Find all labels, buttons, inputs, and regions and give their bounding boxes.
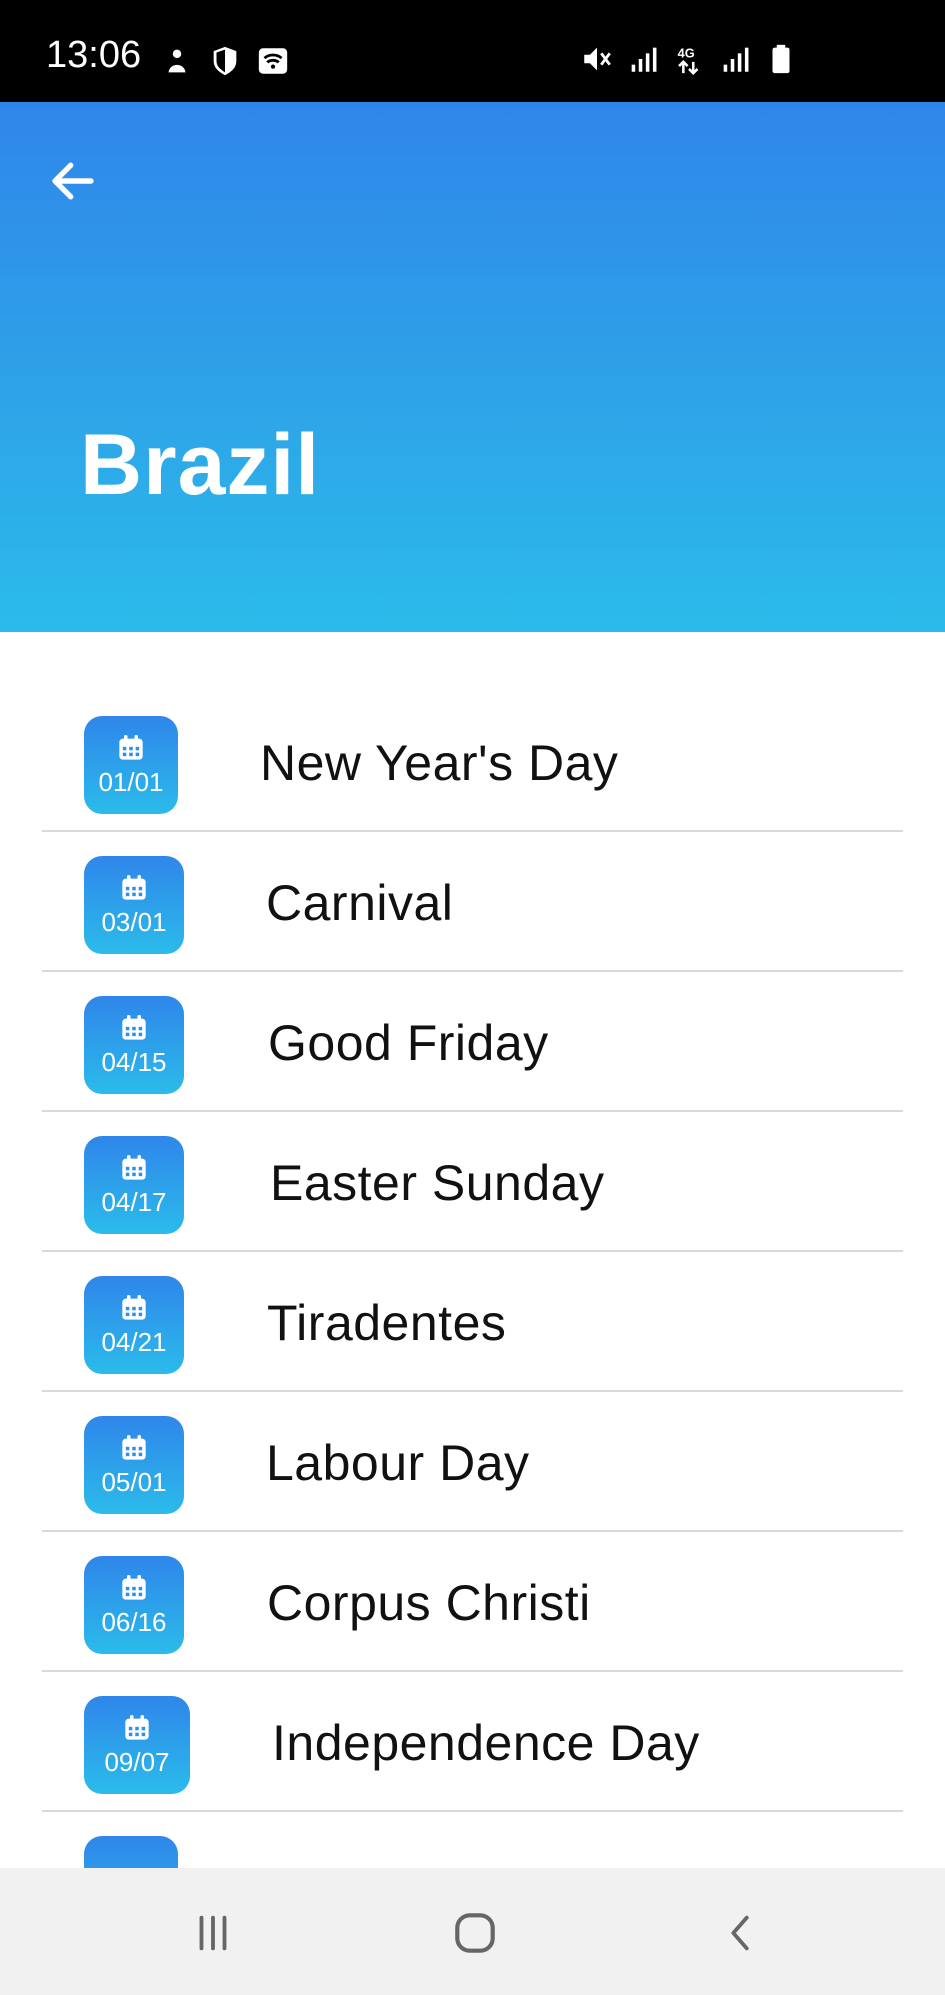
holiday-list: 01/01 New Year's Day 03/01 Carnival 04/1… [0, 632, 945, 1868]
list-item[interactable]: 04/15 Good Friday [42, 972, 903, 1112]
status-time: 13:06 [46, 34, 142, 76]
list-item[interactable]: 03/01 Carnival [42, 832, 903, 972]
date-badge: 04/21 [84, 1276, 184, 1374]
signal-icon [723, 47, 749, 72]
status-right-icons: 4G [580, 42, 798, 76]
navigation-bar [0, 1868, 945, 1995]
calendar-icon [122, 1435, 146, 1460]
calendar-icon [122, 1155, 146, 1180]
calendar-icon [125, 1715, 149, 1740]
holiday-name: Easter Sunday [270, 1155, 605, 1211]
list-item[interactable]: 09/07 Independence Day [42, 1672, 903, 1812]
date-badge: 09/07 [84, 1696, 190, 1794]
list-item[interactable]: 01/01 New Year's Day [42, 692, 903, 832]
home-button[interactable] [440, 1898, 510, 1968]
holiday-name: Labour Day [266, 1435, 530, 1491]
calendar-icon [122, 1295, 146, 1320]
date-badge [84, 1836, 178, 1868]
signal-icon [631, 47, 657, 72]
calendar-icon [122, 1015, 146, 1040]
recent-apps-button[interactable] [178, 1898, 248, 1968]
list-item[interactable] [42, 1812, 903, 1868]
status-left-icons [160, 44, 290, 78]
holiday-date: 01/01 [98, 767, 164, 797]
holiday-date: 05/01 [101, 1467, 167, 1497]
calendar-icon [119, 735, 143, 760]
svg-text:4G: 4G [678, 46, 695, 61]
header: Brazil [0, 102, 945, 632]
back-nav-button[interactable] [706, 1898, 776, 1968]
list-item[interactable]: 05/01 Labour Day [42, 1392, 903, 1532]
list-item[interactable]: 04/17 Easter Sunday [42, 1112, 903, 1252]
date-badge: 05/01 [84, 1416, 184, 1514]
date-badge: 06/16 [84, 1556, 184, 1654]
wifi-calling-icon [258, 48, 288, 74]
holiday-date: 04/15 [101, 1047, 167, 1077]
holiday-date: 03/01 [101, 907, 167, 937]
back-icon [731, 1915, 749, 1951]
recent-apps-icon [199, 1915, 227, 1951]
holiday-date: 06/16 [101, 1607, 167, 1637]
notification-icon [168, 49, 186, 73]
shield-icon [213, 46, 237, 76]
holiday-name: Tiradentes [267, 1295, 507, 1351]
date-badge: 01/01 [84, 716, 178, 814]
holiday-name: Carnival [266, 875, 454, 931]
arrow-left-icon [52, 162, 94, 200]
holiday-name: Corpus Christi [267, 1575, 591, 1631]
calendar-icon [122, 875, 146, 900]
holiday-date: 04/17 [101, 1187, 167, 1217]
mute-icon [584, 47, 611, 71]
page-title: Brazil [80, 417, 321, 513]
date-badge: 03/01 [84, 856, 184, 954]
date-badge: 04/17 [84, 1136, 184, 1234]
holiday-date: 04/21 [101, 1327, 167, 1357]
holiday-name: Independence Day [272, 1715, 700, 1771]
calendar-icon [122, 1575, 146, 1600]
holiday-name: Good Friday [268, 1015, 549, 1071]
list-item[interactable]: 04/21 Tiradentes [42, 1252, 903, 1392]
4g-data-icon: 4G [678, 46, 699, 75]
holiday-date: 09/07 [104, 1747, 170, 1777]
holiday-name: New Year's Day [260, 735, 619, 791]
list-item[interactable]: 06/16 Corpus Christi [42, 1532, 903, 1672]
battery-icon [772, 44, 790, 74]
back-button[interactable] [40, 148, 106, 214]
date-badge: 04/15 [84, 996, 184, 1094]
status-bar: 13:06 4G [0, 0, 945, 102]
home-icon [455, 1913, 495, 1953]
